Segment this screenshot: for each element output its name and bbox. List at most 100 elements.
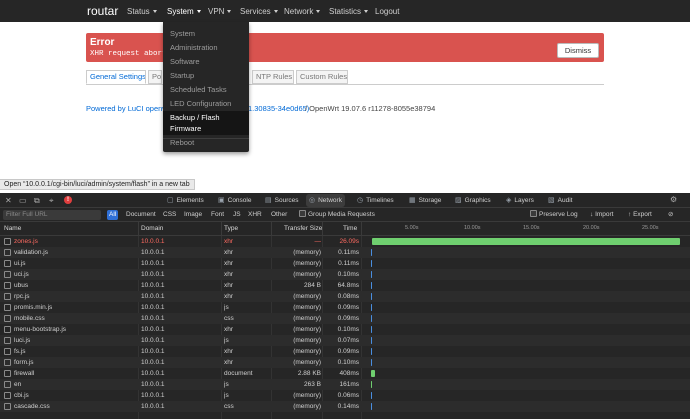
- settings-icon[interactable]: ⚙: [670, 195, 677, 204]
- footer-build[interactable]: 1.30835-34e0d65): [248, 104, 309, 113]
- filter-document[interactable]: Document: [124, 210, 158, 220]
- nav-network[interactable]: Network: [284, 7, 321, 16]
- request-domain: 10.0.0.1: [141, 271, 165, 278]
- tab-audit[interactable]: ▧ Audit: [545, 194, 575, 207]
- table-row[interactable]: ubus 10.0.0.1 xhr 284 B 64.8ms: [0, 280, 690, 291]
- request-domain: 10.0.0.1: [141, 403, 165, 410]
- table-row[interactable]: promis.min.js 10.0.0.1 js (memory) 0.09ms: [0, 302, 690, 313]
- menu-item-system[interactable]: System: [170, 29, 195, 38]
- inspect-icon[interactable]: ⌖: [49, 196, 54, 206]
- request-name: promis.min.js: [14, 304, 53, 311]
- tab-custom-rules[interactable]: Custom Rules: [296, 70, 348, 84]
- table-row[interactable]: mobile.css 10.0.0.1 css (memory) 0.09ms: [0, 313, 690, 324]
- request-type: xhr: [224, 238, 234, 245]
- col-type[interactable]: Type: [224, 222, 238, 236]
- request-name: rpc.js: [14, 293, 30, 300]
- nav-statistics[interactable]: Statistics: [329, 7, 369, 16]
- dock-icon[interactable]: ▭: [19, 196, 27, 205]
- table-row[interactable]: zones.js 10.0.0.1 xhr — 26.09s: [0, 236, 690, 247]
- filter-css[interactable]: CSS: [161, 210, 178, 220]
- request-time: 0.11ms: [338, 249, 359, 256]
- table-row[interactable]: cbi.js 10.0.0.1 js (memory) 0.06ms: [0, 390, 690, 401]
- nav-logout[interactable]: Logout: [375, 7, 399, 16]
- preserve-log-checkbox[interactable]: Preserve Log: [530, 210, 578, 220]
- filter-all[interactable]: All: [107, 210, 119, 220]
- table-row[interactable]: firewall 10.0.0.1 document 2.88 KB 408ms: [0, 368, 690, 379]
- tab-ntp-rules[interactable]: NTP Rules: [252, 70, 294, 84]
- table-row[interactable]: luci.js 10.0.0.1 js (memory) 0.07ms: [0, 335, 690, 346]
- request-time: 161ms: [339, 381, 359, 388]
- filter-xhr[interactable]: XHR: [246, 210, 264, 220]
- file-icon: [4, 293, 11, 300]
- filter-js[interactable]: JS: [231, 210, 243, 220]
- tab-elements[interactable]: ▢ Elements: [164, 194, 207, 207]
- waterfall-tick: 20.00s: [583, 225, 600, 231]
- tab-network[interactable]: ◎ Network: [306, 194, 345, 207]
- waterfall-bar: [370, 370, 376, 377]
- waterfall-bar: [370, 381, 373, 388]
- tab-layers[interactable]: ◈ Layers: [503, 194, 537, 207]
- waterfall-bar: [370, 249, 372, 256]
- request-domain: 10.0.0.1: [141, 370, 165, 377]
- request-domain: 10.0.0.1: [141, 249, 165, 256]
- table-row[interactable]: ui.js 10.0.0.1 xhr (memory) 0.11ms: [0, 258, 690, 269]
- tab-console[interactable]: ▣ Console: [215, 194, 254, 207]
- group-media-checkbox[interactable]: Group Media Requests: [299, 210, 375, 220]
- filter-url-input[interactable]: Filter Full URL: [3, 210, 101, 220]
- nav-services[interactable]: Services: [240, 7, 278, 16]
- network-request-list: zones.js 10.0.0.1 xhr — 26.09s validation.js 1…: [0, 236, 690, 412]
- request-domain: 10.0.0.1: [141, 337, 165, 344]
- chevron-down-icon: [227, 10, 232, 13]
- filter-font[interactable]: Font: [209, 210, 226, 220]
- menu-item-startup[interactable]: Startup: [170, 71, 194, 80]
- request-time: 26.09s: [339, 238, 359, 245]
- menu-item-backup-flash[interactable]: Backup / Flash: [170, 113, 220, 122]
- col-name[interactable]: Name: [4, 222, 21, 236]
- tab-port-forwards[interactable]: Po: [148, 70, 162, 84]
- waterfall-bar: [370, 348, 372, 355]
- table-row[interactable]: en 10.0.0.1 js 263 B 161ms: [0, 379, 690, 390]
- dismiss-button[interactable]: Dismiss: [557, 43, 599, 58]
- filter-other[interactable]: Other: [269, 210, 289, 220]
- request-domain: 10.0.0.1: [141, 359, 165, 366]
- import-button[interactable]: ↓ Import: [590, 210, 613, 220]
- request-type: js: [224, 392, 229, 399]
- menu-item-reboot[interactable]: Reboot: [170, 138, 194, 147]
- close-icon[interactable]: ✕: [5, 196, 12, 205]
- col-domain[interactable]: Domain: [141, 222, 163, 236]
- menu-item-administration[interactable]: Administration: [170, 43, 218, 52]
- tab-general-settings[interactable]: General Settings: [86, 70, 146, 84]
- tab-sources[interactable]: ▤ Sources: [262, 194, 301, 207]
- nav-vpn[interactable]: VPN: [208, 7, 232, 16]
- error-count-badge[interactable]: !: [64, 196, 72, 204]
- chevron-down-icon: [273, 10, 278, 13]
- menu-item-scheduled-tasks[interactable]: Scheduled Tasks: [170, 85, 227, 94]
- luci-link[interactable]: Powered by LuCI openwrt: [86, 104, 172, 113]
- table-row[interactable]: rpc.js 10.0.0.1 xhr (memory) 0.08ms: [0, 291, 690, 302]
- col-time[interactable]: Time: [343, 222, 357, 236]
- tab-storage[interactable]: ▦ Storage: [406, 194, 444, 207]
- undock-icon[interactable]: ⧉: [34, 196, 40, 206]
- brand-logo[interactable]: routar: [87, 4, 118, 18]
- storage-icon: ▦: [409, 197, 416, 204]
- table-row[interactable]: cascade.css 10.0.0.1 css (memory) 0.14ms: [0, 401, 690, 412]
- col-transfer-size[interactable]: Transfer Size: [284, 222, 322, 236]
- menu-item-firmware[interactable]: Firmware: [170, 124, 201, 133]
- nav-system[interactable]: System: [167, 7, 201, 16]
- request-type: css: [224, 403, 234, 410]
- table-row[interactable]: uci.js 10.0.0.1 xhr (memory) 0.10ms: [0, 269, 690, 280]
- tab-timelines[interactable]: ◷ Timelines: [354, 194, 397, 207]
- nav-status[interactable]: Status: [127, 7, 157, 16]
- clear-icon[interactable]: ⊘: [668, 210, 673, 220]
- export-button[interactable]: ↑ Export: [628, 210, 652, 220]
- filter-image[interactable]: Image: [182, 210, 204, 220]
- table-row[interactable]: fs.js 10.0.0.1 xhr (memory) 0.09ms: [0, 346, 690, 357]
- top-navbar: routar Status System VPN Services Networ…: [0, 0, 690, 22]
- table-row[interactable]: form.js 10.0.0.1 xhr (memory) 0.10ms: [0, 357, 690, 368]
- table-row[interactable]: validation.js 10.0.0.1 xhr (memory) 0.11ms: [0, 247, 690, 258]
- inspector-toolbar: ✕ ▭ ⧉ ⌖ ! ▢ Elements ▣ Console ▤ Sources ◎ N…: [0, 193, 690, 208]
- tab-graphics[interactable]: ▨ Graphics: [452, 194, 494, 207]
- table-row[interactable]: menu-bootstrap.js 10.0.0.1 xhr (memory) 0.10…: [0, 324, 690, 335]
- menu-item-software[interactable]: Software: [170, 57, 200, 66]
- menu-item-led-configuration[interactable]: LED Configuration: [170, 99, 231, 108]
